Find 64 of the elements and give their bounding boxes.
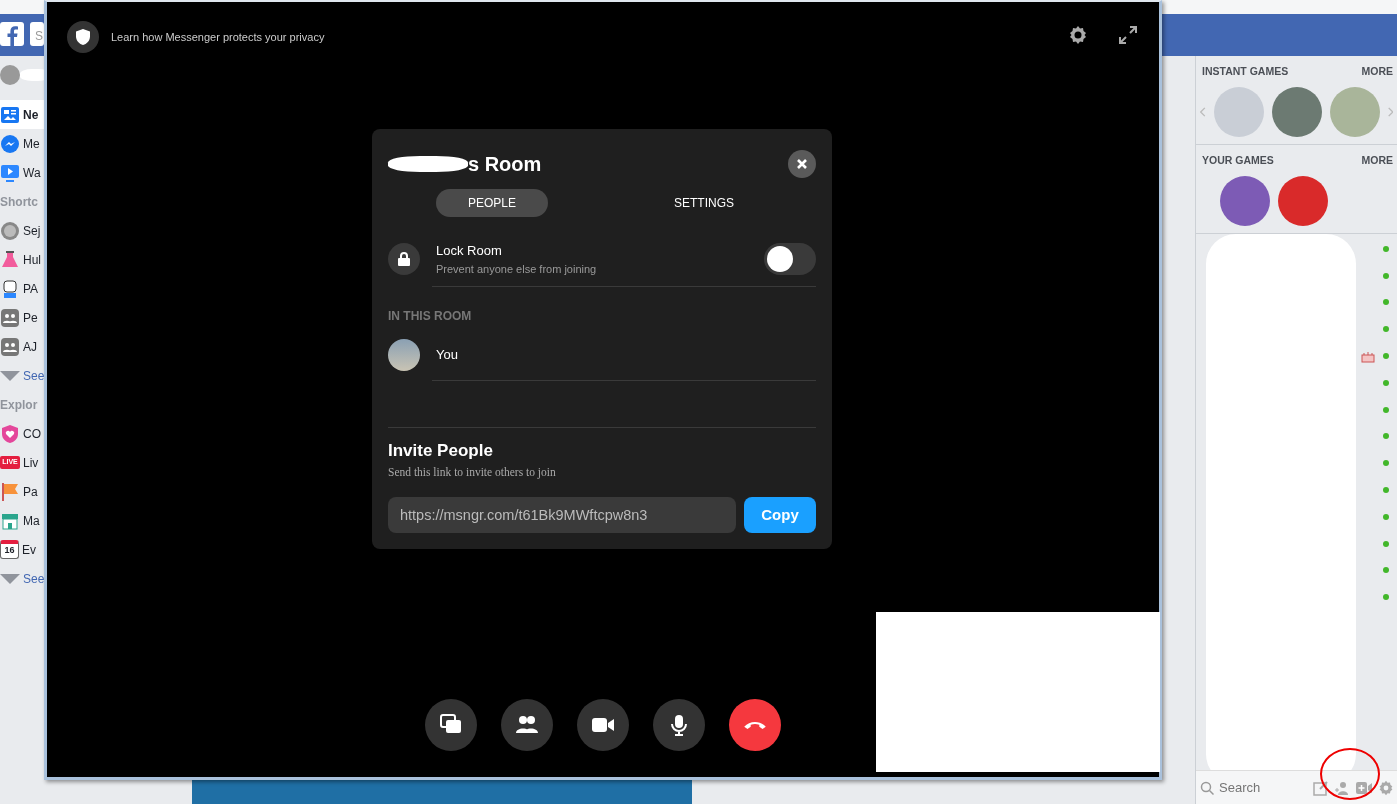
video-plus-icon[interactable] [1355, 779, 1373, 796]
privacy-link[interactable]: Learn how Messenger protects your privacy [111, 28, 325, 46]
dialog-title: s Room [468, 152, 542, 177]
group-icon [0, 336, 20, 357]
screen-button[interactable] [425, 699, 477, 751]
lock-icon [398, 252, 410, 266]
sidebar-item[interactable]: CO [23, 424, 41, 443]
more-link[interactable]: MORE [1361, 64, 1393, 80]
toggle-switch[interactable] [764, 243, 816, 275]
sidebar-item[interactable]: See [23, 366, 45, 385]
flag-icon [0, 481, 20, 502]
tab[interactable]: SETTINGS [648, 189, 760, 217]
game-thumbnail[interactable] [1278, 175, 1328, 226]
invite-title: Invite People [388, 440, 494, 463]
video-button[interactable] [577, 699, 629, 751]
annotation-circle [1320, 748, 1380, 800]
search-icon [1200, 780, 1214, 795]
more-link[interactable]: MORE [1361, 152, 1393, 169]
sidebar-item[interactable]: Ev [22, 540, 36, 559]
sidebar-item[interactable]: See [23, 569, 45, 588]
heart-shield-icon [0, 423, 20, 444]
invite-subtitle: Send this link to invite others to join [388, 464, 557, 481]
setting-label: Lock Room [436, 242, 503, 260]
sidebar-item[interactable]: Liv [23, 453, 39, 472]
game-thumbnail[interactable] [1220, 175, 1270, 226]
sidebar-item[interactable]: Sej [23, 221, 41, 240]
avatar [388, 339, 420, 371]
link-field[interactable]: https://msngr.com/t61Bk9MWftcpw8n3 [388, 497, 736, 533]
section-heading: Shortc [0, 193, 39, 211]
add-people-icon[interactable] [1334, 779, 1350, 796]
sidebar-item[interactable]: Pe [23, 308, 38, 327]
settings-icon[interactable] [1068, 25, 1088, 45]
mic-button[interactable] [653, 699, 705, 751]
phone-hangup-icon [744, 721, 766, 729]
flask-icon [0, 249, 20, 270]
group-photo-icon [0, 220, 20, 241]
close-button[interactable] [788, 150, 816, 178]
sidebar-item[interactable]: Ma [23, 511, 40, 530]
sidebar-item[interactable]: PA [23, 279, 39, 298]
sidebar-item[interactable]: Wa [23, 163, 41, 182]
compose-icon[interactable] [1313, 779, 1329, 796]
sidebar-item[interactable]: Me [23, 134, 40, 153]
participant-name: You [436, 346, 458, 365]
avatar[interactable] [0, 65, 20, 85]
setting-description: Prevent anyone else from joining [436, 261, 598, 277]
sidebar-item[interactable]: Hul [23, 250, 41, 269]
calendar-icon: 16 [0, 540, 19, 559]
section-heading: Explor [0, 396, 39, 414]
sidebar-item[interactable]: AJ [23, 337, 37, 356]
shield-icon [76, 29, 90, 45]
messenger-icon [0, 133, 20, 154]
people-button[interactable] [501, 699, 553, 751]
expand-icon[interactable] [1118, 25, 1138, 45]
tab[interactable]: PEOPLE [436, 189, 548, 217]
video-screen-icon [0, 162, 20, 183]
end-call-button[interactable] [729, 699, 781, 751]
section-heading: IN THIS ROOM [388, 308, 473, 325]
privacy-button[interactable] [67, 21, 99, 53]
sidebar-item[interactable]: Pa [23, 482, 38, 501]
close-icon [796, 158, 808, 170]
section-heading: INSTANT GAMES [1202, 64, 1289, 79]
facebook-logo-icon[interactable] [0, 22, 24, 46]
group-icon [0, 307, 20, 328]
section-heading: YOUR GAMES [1202, 152, 1274, 168]
